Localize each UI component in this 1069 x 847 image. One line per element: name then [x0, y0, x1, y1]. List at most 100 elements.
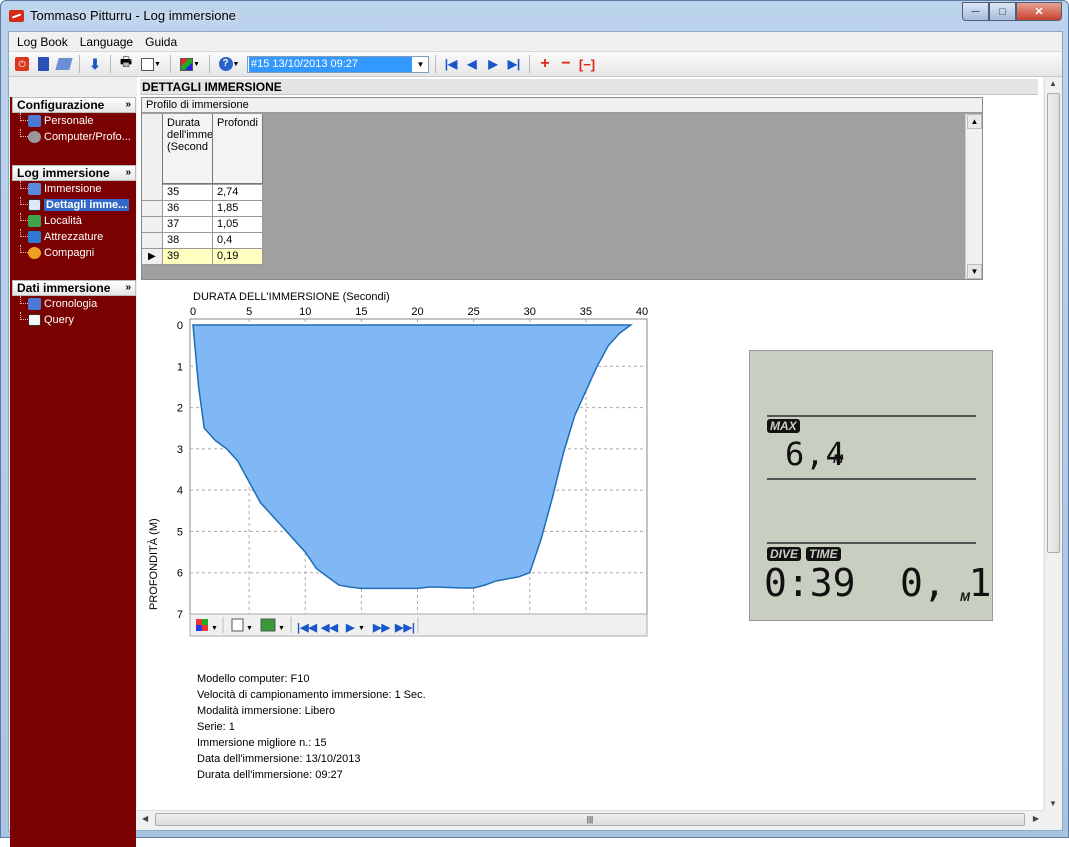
content-vscroll[interactable]: ▲ ▼	[1044, 77, 1061, 810]
play-icon[interactable]: ▶	[345, 622, 355, 634]
scroll-down-icon[interactable]: ▼	[1049, 799, 1057, 808]
x-tick-label: 40	[636, 306, 648, 318]
chevron-down-icon[interactable]: ▼	[413, 60, 428, 69]
rewind-icon[interactable]: ◀◀	[320, 622, 338, 634]
x-tick-label: 25	[468, 306, 480, 318]
dive-selector-value: #15 13/10/2013 09:27	[249, 56, 412, 72]
chart-toolbar: ▼ ▼ ▼ |◀◀ ◀◀ ▶ ▼ ▶▶ ▶▶|	[189, 613, 648, 637]
info-line: Data dell'immersione: 13/10/2013	[197, 753, 361, 765]
page-title: DETTAGLI IMMERSIONE	[140, 79, 1038, 95]
x-tick-label: 15	[355, 306, 367, 318]
book-icon[interactable]	[34, 55, 52, 73]
menu-language[interactable]: Language	[74, 35, 139, 49]
next-record-icon[interactable]: ▶	[484, 55, 502, 73]
scroll-right-icon[interactable]: ▶	[1033, 814, 1039, 823]
sidebar-item-dettagli[interactable]: Dettagli imme...	[12, 197, 136, 213]
dive-selector[interactable]: #15 13/10/2013 09:27 ▼	[247, 55, 429, 73]
content-hscroll[interactable]: ◀ ||| ▶	[137, 810, 1044, 827]
y-tick-label: 2	[177, 403, 183, 415]
sidebar-group-log: Log immersione» Immersione Dettagli imme…	[12, 165, 136, 261]
buddies-icon	[28, 247, 41, 259]
scroll-left-icon[interactable]: ◀	[142, 814, 148, 823]
maximize-button[interactable]: □	[989, 2, 1016, 21]
app-logo-icon	[9, 10, 24, 22]
sidebar-item-compagni[interactable]: Compagni	[12, 245, 136, 261]
close-button[interactable]: ✕	[1016, 2, 1062, 21]
last-record-icon[interactable]: ▶|	[505, 55, 523, 73]
cell-depth[interactable]: 2,74	[213, 185, 263, 201]
sidebar-group-header[interactable]: Configurazione»	[12, 97, 136, 113]
last-icon[interactable]: ▶▶|	[394, 622, 415, 634]
cell-depth[interactable]: 1,85	[213, 201, 263, 217]
y-tick-label: 0	[177, 320, 183, 332]
content-area: DETTAGLI IMMERSIONE Profilo di immersion…	[137, 77, 1043, 810]
power-icon[interactable]: ⏻	[13, 55, 31, 73]
scroll-thumb[interactable]: |||	[155, 813, 1025, 826]
scroll-down-icon[interactable]: ▼	[967, 264, 982, 279]
lcd-dive-label: DIVE	[767, 547, 802, 561]
minimize-button[interactable]: ─	[962, 2, 989, 21]
row-header[interactable]	[142, 201, 163, 217]
grid-caption: Profilo di immersione	[142, 98, 982, 113]
row-header[interactable]: ▶	[142, 249, 163, 265]
chart-dropdown-icon[interactable]: ▼	[177, 55, 203, 73]
menu-logbook[interactable]: Log Book	[11, 35, 74, 49]
scroll-up-icon[interactable]: ▲	[967, 114, 982, 129]
sidebar-group-header[interactable]: Log immersione»	[12, 165, 136, 181]
grid-vscroll[interactable]: ▲ ▼	[965, 114, 982, 279]
x-tick-label: 35	[580, 306, 592, 318]
x-tick-label: 20	[411, 306, 423, 318]
svg-text:▼: ▼	[246, 625, 253, 632]
y-tick-label: 7	[177, 609, 183, 621]
row-header[interactable]	[142, 185, 163, 201]
help-dropdown-icon[interactable]: ? ▼	[216, 55, 242, 73]
cell-duration[interactable]: 36	[163, 201, 213, 217]
info-line: Immersione migliore n.: 15	[197, 737, 327, 749]
sidebar-item-computer[interactable]: Computer/Profo...	[12, 129, 136, 145]
first-record-icon[interactable]: |◀	[442, 55, 460, 73]
play-dropdown-icon[interactable]: ▼	[358, 625, 365, 632]
menu-bar: Log Book Language Guida	[9, 32, 1062, 52]
y-tick-label: 1	[177, 361, 183, 373]
delete-record-icon[interactable]: [−]	[578, 55, 596, 73]
sidebar-item-cronologia[interactable]: Cronologia	[12, 296, 136, 312]
forward-icon[interactable]: ▶▶	[372, 622, 390, 634]
sidebar-item-personale[interactable]: Personale	[12, 113, 136, 129]
main-toolbar: ⏻ ⬇ 🖶 ▼ ▼ ? ▼ #15 13/10/2013 09:27 ▼ |◀ ◀…	[9, 52, 1062, 77]
sidebar-item-query[interactable]: Query	[12, 312, 136, 328]
grid-col-depth-header[interactable]: Profondi	[213, 114, 263, 184]
sidebar-item-immersione[interactable]: Immersione	[12, 181, 136, 197]
remove-record-icon[interactable]: −	[557, 55, 575, 73]
cell-duration[interactable]: 39	[163, 249, 213, 265]
scroll-thumb[interactable]	[1047, 93, 1060, 553]
menu-guida[interactable]: Guida	[139, 35, 183, 49]
row-header[interactable]	[142, 233, 163, 249]
cell-depth[interactable]: 0,19	[213, 249, 263, 265]
info-line: Serie: 1	[197, 721, 235, 733]
row-header[interactable]	[142, 217, 163, 233]
add-record-icon[interactable]: +	[536, 55, 554, 73]
x-tick-label: 0	[190, 306, 196, 318]
cell-duration[interactable]: 37	[163, 217, 213, 233]
download-icon[interactable]: ⬇	[86, 55, 104, 73]
print-icon[interactable]: 🖶	[117, 54, 135, 73]
cell-depth[interactable]: 0,4	[213, 233, 263, 249]
cell-duration[interactable]: 35	[163, 185, 213, 201]
profile-grid[interactable]: Profilo di immersione Durata dell'imme (…	[141, 97, 983, 280]
scroll-up-icon[interactable]: ▲	[1049, 79, 1057, 88]
sidebar-group-configurazione: Configurazione» Personale Computer/Profo…	[12, 97, 136, 145]
export-dropdown-icon[interactable]: ▼	[138, 55, 164, 73]
sidebar-group-header[interactable]: Dati immersione»	[12, 280, 136, 296]
sidebar-group-dati: Dati immersione» Cronologia Query	[12, 280, 136, 328]
sidebar-item-attrezzature[interactable]: Attrezzature	[12, 229, 136, 245]
dive-profile-chart: DURATA DELL'IMMERSIONE (Secondi) PROFOND…	[147, 291, 648, 637]
y-tick-label: 3	[177, 444, 183, 456]
prev-record-icon[interactable]: ◀	[463, 55, 481, 73]
y-tick-label: 6	[177, 568, 183, 580]
edit-icon[interactable]	[55, 55, 73, 73]
grid-col-duration-header[interactable]: Durata dell'imme (Second	[163, 114, 213, 184]
first-icon[interactable]: |◀◀	[297, 622, 318, 634]
cell-duration[interactable]: 38	[163, 233, 213, 249]
sidebar-item-localita[interactable]: Località	[12, 213, 136, 229]
cell-depth[interactable]: 1,05	[213, 217, 263, 233]
